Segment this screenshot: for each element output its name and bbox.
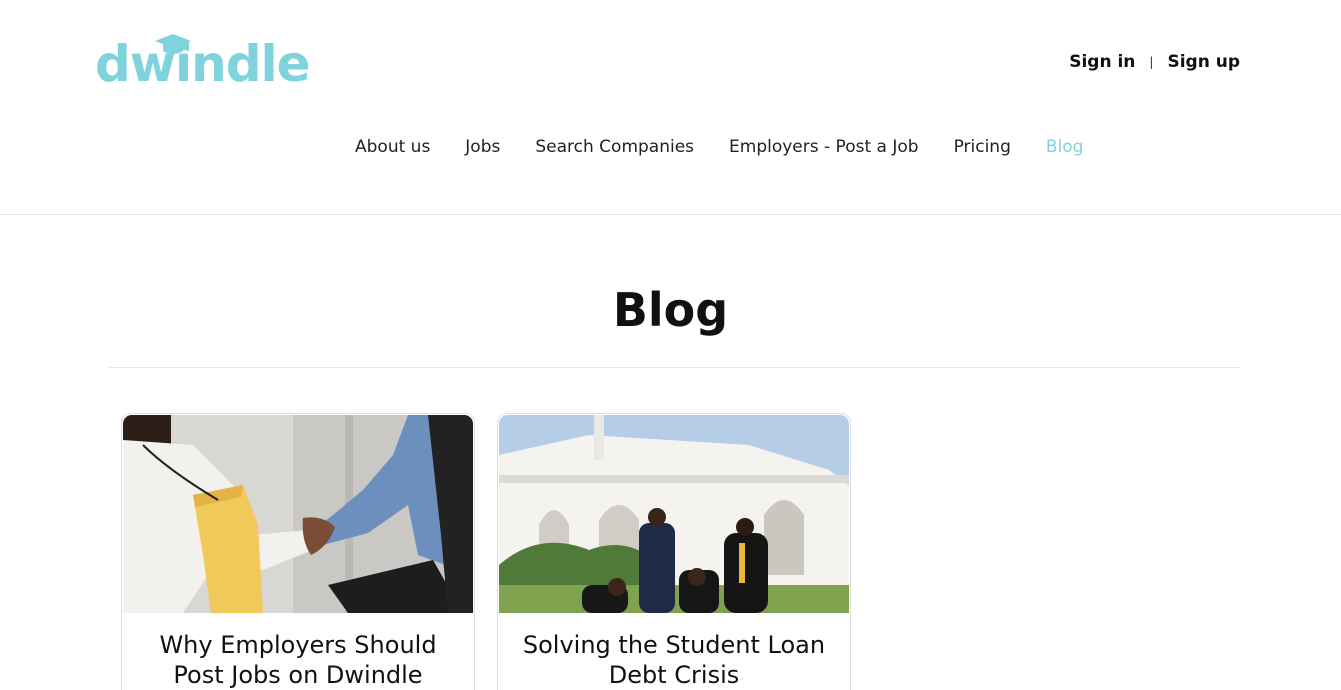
graduates-image bbox=[499, 415, 849, 613]
nav-item-search-companies[interactable]: Search Companies bbox=[535, 137, 694, 157]
sign-in-link[interactable]: Sign in bbox=[1069, 52, 1135, 72]
graduation-cap-icon bbox=[155, 34, 191, 54]
nav-item-employers-post-a-job[interactable]: Employers - Post a Job bbox=[729, 137, 919, 157]
logo-wordmark: dwindle bbox=[95, 35, 311, 93]
page-title: Blog bbox=[612, 283, 729, 337]
title-divider bbox=[109, 367, 1240, 368]
handshake-photo[interactable] bbox=[123, 415, 473, 613]
nav-item-about-us[interactable]: About us bbox=[355, 137, 430, 157]
nav-item-blog[interactable]: Blog bbox=[1046, 137, 1084, 157]
main-nav: About us Jobs Search Companies Employers… bbox=[355, 133, 1083, 161]
nav-item-pricing[interactable]: Pricing bbox=[954, 137, 1011, 157]
auth-links: Sign in | Sign up bbox=[1069, 49, 1240, 75]
dwindle-logo[interactable]: dwindle bbox=[95, 34, 311, 94]
handshake-image bbox=[123, 415, 473, 613]
blog-post-card[interactable]: Why Employers Should Post Jobs on Dwindl… bbox=[121, 413, 475, 690]
nav-item-jobs[interactable]: Jobs bbox=[465, 137, 500, 157]
auth-separator: | bbox=[1149, 55, 1154, 69]
blog-post-title[interactable]: Why Employers Should Post Jobs on Dwindl… bbox=[132, 630, 464, 690]
blog-post-title[interactable]: Solving the Student Loan Debt Crisis bbox=[508, 630, 840, 690]
graduates-photo[interactable] bbox=[499, 415, 849, 613]
site-header: dwindle Sign in | Sign up About us Jobs … bbox=[0, 0, 1341, 215]
blog-post-card[interactable]: Solving the Student Loan Debt Crisis bbox=[497, 413, 851, 690]
sign-up-link[interactable]: Sign up bbox=[1167, 52, 1240, 72]
